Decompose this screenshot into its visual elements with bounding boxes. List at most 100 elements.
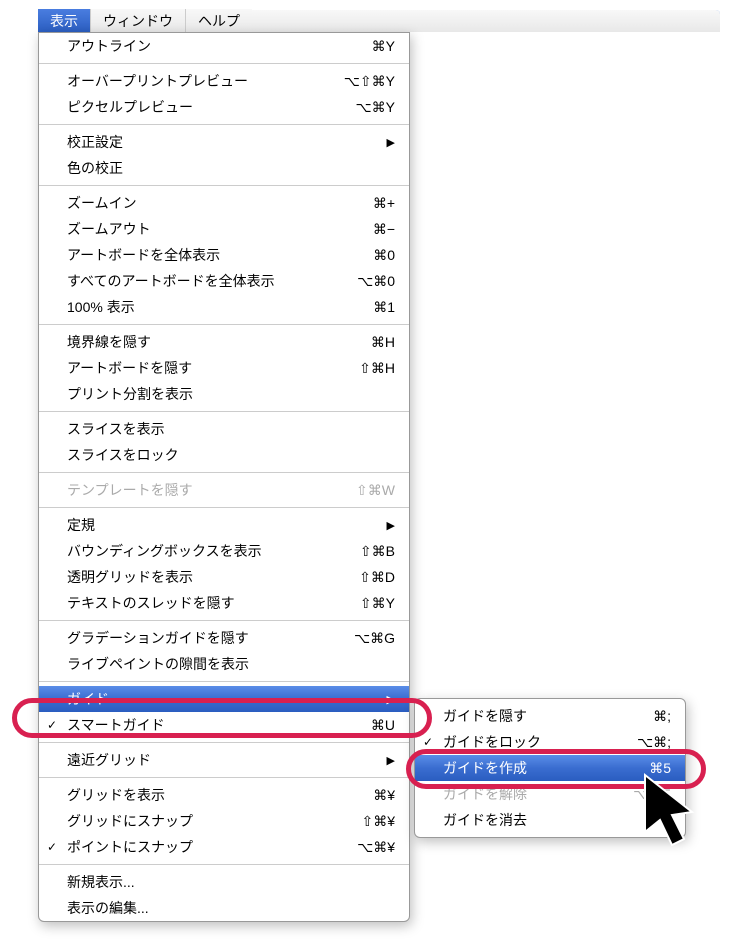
menu-label: ガイドを解除 (443, 784, 599, 804)
menu-shortcut: ⌥⌘0 (343, 273, 395, 290)
menu-proofcolors[interactable]: 色の校正 (39, 155, 409, 181)
menu-shortcut: ⌥⇧⌘Y (343, 73, 395, 90)
menu-shortcut: ⇧⌘¥ (343, 813, 395, 830)
view-menu: アウトライン ⌘Y オーバープリントプレビュー ⌥⇧⌘Y ピクセルプレビュー ⌥… (38, 32, 410, 922)
menu-label: すべてのアートボードを全体表示 (67, 271, 323, 291)
menu-label: グリッドにスナップ (67, 811, 323, 831)
menu-label: 校正設定 (67, 132, 367, 152)
menu-newview[interactable]: 新規表示... (39, 869, 409, 895)
menu-outline[interactable]: アウトライン ⌘Y (39, 33, 409, 59)
menu-label: 100% 表示 (67, 297, 323, 317)
menu-hideartboards[interactable]: アートボードを隠す ⇧⌘H (39, 355, 409, 381)
menu-label: 遠近グリッド (67, 750, 367, 770)
menu-separator (39, 324, 409, 325)
menu-label: 色の校正 (67, 158, 395, 178)
menu-label: アートボードを隠す (67, 358, 323, 378)
menu-hidetemplate: テンプレートを隠す ⇧⌘W (39, 477, 409, 503)
menu-hideedges[interactable]: 境界線を隠す ⌘H (39, 329, 409, 355)
menu-showprinttiling[interactable]: プリント分割を表示 (39, 381, 409, 407)
submenu-hideguides[interactable]: ガイドを隠す ⌘; (415, 703, 685, 729)
menu-editviews[interactable]: 表示の編集... (39, 895, 409, 921)
menu-showgrid[interactable]: グリッドを表示 ⌘¥ (39, 782, 409, 808)
menu-separator (39, 864, 409, 865)
menubar-rest (252, 10, 720, 32)
menu-separator (39, 185, 409, 186)
menu-label: ピクセルプレビュー (67, 97, 323, 117)
menu-smartguides[interactable]: ✓ スマートガイド ⌘U (39, 712, 409, 738)
menu-separator (39, 63, 409, 64)
menu-shortcut: ⌥⌘; (619, 734, 671, 751)
menu-label: 新規表示... (67, 872, 395, 892)
menu-hidetextthreads[interactable]: テキストのスレッドを隠す ⇧⌘Y (39, 590, 409, 616)
menu-separator (39, 620, 409, 621)
menu-label: ガイドをロック (443, 732, 599, 752)
menu-perspective[interactable]: 遠近グリッド ▶ (39, 747, 409, 773)
menu-showslices[interactable]: スライスを表示 (39, 416, 409, 442)
menu-showtransgrid[interactable]: 透明グリッドを表示 ⇧⌘D (39, 564, 409, 590)
menu-separator (39, 777, 409, 778)
menu-shortcut: ⌥⌘G (343, 630, 395, 647)
menu-separator (39, 742, 409, 743)
menu-label: 境界線を隠す (67, 332, 323, 352)
check-icon: ✓ (47, 840, 57, 854)
menu-snapgrid[interactable]: グリッドにスナップ ⇧⌘¥ (39, 808, 409, 834)
menu-label: 表示の編集... (67, 898, 395, 918)
menu-shortcut: ⌘; (619, 708, 671, 725)
menu-shortcut: ⇧⌘B (343, 543, 395, 560)
guides-submenu: ガイドを隠す ⌘; ✓ ガイドをロック ⌥⌘; ガイドを作成 ⌘5 ガイドを解除… (414, 698, 686, 838)
menu-label: ガイドを消去 (443, 810, 671, 830)
menu-showbbox[interactable]: バウンディングボックスを表示 ⇧⌘B (39, 538, 409, 564)
menubar: 表示 ウィンドウ ヘルプ (38, 10, 720, 32)
menu-hidegradient[interactable]: グラデーションガイドを隠す ⌥⌘G (39, 625, 409, 651)
submenu-releaseguides: ガイドを解除 ⌥⌘5 (415, 781, 685, 807)
menu-label: ズームアウト (67, 219, 323, 239)
menu-lockslices[interactable]: スライスをロック (39, 442, 409, 468)
menu-label: スライスを表示 (67, 419, 395, 439)
menu-label: ライブペイントの隙間を表示 (67, 654, 395, 674)
menu-zoomin[interactable]: ズームイン ⌘+ (39, 190, 409, 216)
submenu-arrow-icon: ▶ (387, 136, 395, 149)
menubar-view[interactable]: 表示 (38, 9, 90, 33)
menu-label: バウンディングボックスを表示 (67, 541, 323, 561)
menubar-help[interactable]: ヘルプ (185, 9, 252, 33)
submenu-clearguides[interactable]: ガイドを消去 (415, 807, 685, 833)
menu-separator (39, 472, 409, 473)
menu-rulers[interactable]: 定規 ▶ (39, 512, 409, 538)
menu-shortcut: ⌘U (343, 717, 395, 734)
menu-proofsetup[interactable]: 校正設定 ▶ (39, 129, 409, 155)
menu-shortcut: ⇧⌘H (343, 360, 395, 377)
submenu-makeguides[interactable]: ガイドを作成 ⌘5 (415, 755, 685, 781)
menu-label: ズームイン (67, 193, 323, 213)
menu-label: ガイドを作成 (443, 758, 599, 778)
menu-separator (39, 507, 409, 508)
menu-shortcut: ⌥⌘Y (343, 99, 395, 116)
menu-label: スマートガイド (67, 715, 323, 735)
menu-label: ポイントにスナップ (67, 837, 323, 857)
menu-label: テキストのスレッドを隠す (67, 593, 323, 613)
menu-label: プリント分割を表示 (67, 384, 395, 404)
menu-separator (39, 681, 409, 682)
menu-fitartboard[interactable]: アートボードを全体表示 ⌘0 (39, 242, 409, 268)
menu-overprint[interactable]: オーバープリントプレビュー ⌥⇧⌘Y (39, 68, 409, 94)
menu-guides[interactable]: ガイド ▶ (39, 686, 409, 712)
check-icon: ✓ (423, 735, 433, 749)
menu-shortcut: ⌥⌘¥ (343, 839, 395, 856)
menu-actual[interactable]: 100% 表示 ⌘1 (39, 294, 409, 320)
menu-label: ガイド (67, 689, 367, 709)
submenu-lockguides[interactable]: ✓ ガイドをロック ⌥⌘; (415, 729, 685, 755)
menu-separator (39, 124, 409, 125)
menu-fitall[interactable]: すべてのアートボードを全体表示 ⌥⌘0 (39, 268, 409, 294)
menu-shortcut: ⌘0 (343, 247, 395, 264)
menu-zoomout[interactable]: ズームアウト ⌘− (39, 216, 409, 242)
menu-showlivepaint[interactable]: ライブペイントの隙間を表示 (39, 651, 409, 677)
submenu-arrow-icon: ▶ (387, 754, 395, 767)
menu-label: 定規 (67, 515, 367, 535)
menu-snappoint[interactable]: ✓ ポイントにスナップ ⌥⌘¥ (39, 834, 409, 860)
menubar-window[interactable]: ウィンドウ (90, 9, 185, 33)
menu-shortcut: ⌘Y (343, 38, 395, 55)
menu-label: グラデーションガイドを隠す (67, 628, 323, 648)
menu-pixelpreview[interactable]: ピクセルプレビュー ⌥⌘Y (39, 94, 409, 120)
menu-label: ガイドを隠す (443, 706, 599, 726)
menu-label: アウトライン (67, 36, 323, 56)
menu-separator (39, 411, 409, 412)
